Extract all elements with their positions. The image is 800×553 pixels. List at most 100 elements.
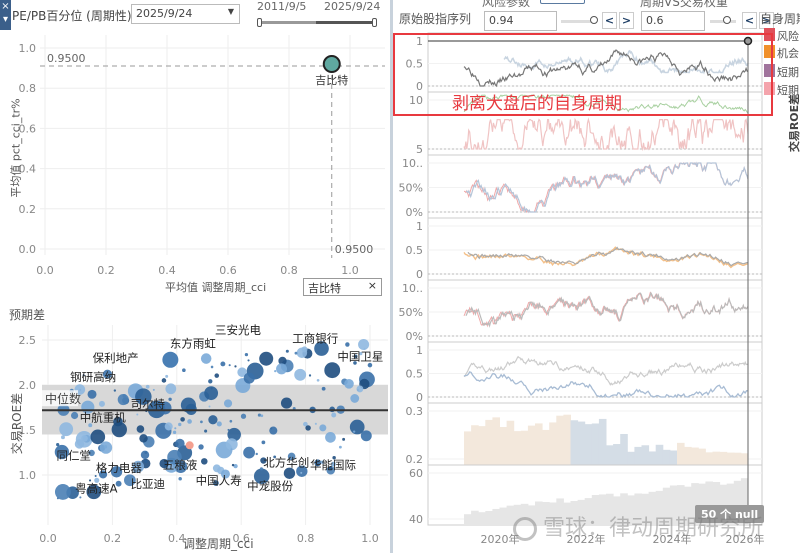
stock-bubble (276, 363, 287, 375)
watermark-text: 雪球：律动周期研究所 (543, 516, 764, 541)
x-axis-label: 平均值 调整周期_cci (165, 281, 267, 294)
stock-filter[interactable]: 吉比特 × (303, 278, 382, 296)
stock-bubble (259, 351, 274, 366)
stock-bubble (212, 464, 221, 473)
stock-label: 比亚迪 (131, 477, 166, 491)
left-axis-label: 0% (406, 330, 423, 343)
slider-handle-start[interactable] (257, 18, 262, 27)
histogram-bar (556, 415, 564, 465)
histogram-bar (627, 451, 635, 465)
histogram-bar (726, 452, 735, 465)
x-tick-label: 0.8 (280, 264, 298, 277)
chevron-down-icon[interactable]: ▾ (0, 13, 11, 26)
weight-input[interactable]: 0.6 (641, 11, 705, 31)
stock-label: 同仁堂 (57, 448, 92, 462)
clear-icon[interactable]: × (368, 279, 377, 292)
histogram-bar (527, 425, 536, 465)
stock-label: 粤高速A (75, 482, 117, 496)
stock-bubble (247, 359, 250, 362)
histogram-bar (677, 442, 685, 465)
x-tick-label: 0.0 (36, 264, 54, 277)
stock-bubble (162, 351, 179, 368)
close-icon[interactable]: × (0, 0, 11, 13)
stock-bubble (204, 429, 208, 433)
histogram-bar (648, 451, 657, 465)
stock-bubble (200, 420, 203, 424)
stock-bubble (234, 365, 237, 368)
stock-bubble (161, 378, 167, 383)
ref-x-label: 0.9500 (335, 243, 374, 256)
stock-bubble (344, 378, 354, 389)
sheet-tab-controls[interactable]: × ▾ (0, 0, 11, 30)
stock-bubble (174, 427, 177, 430)
risk-param-label: 风险参数 (482, 0, 531, 9)
histogram-bar (485, 419, 493, 465)
stock-bubble (208, 415, 218, 425)
stock-bubble (180, 417, 185, 422)
x-axis-label: 调整周期_cci (183, 537, 254, 551)
risk-param-input[interactable]: 0.94 (484, 11, 557, 31)
stock-label: 东方雨虹 (170, 337, 216, 351)
histogram-bar (542, 429, 550, 465)
stock-bubble (350, 394, 360, 403)
histogram-bar (719, 451, 728, 465)
x-tick-label: 1.0 (361, 532, 379, 545)
stock-bubble (261, 440, 266, 445)
histogram-bar (662, 449, 671, 465)
histogram-bar (698, 448, 706, 465)
histogram-bar (563, 414, 571, 465)
series-label: 原始股指序列 (399, 12, 472, 26)
left-axis-label: 1 (416, 344, 423, 357)
stock-bubble (79, 496, 82, 499)
stock-bubble (136, 413, 139, 416)
risk-next-button[interactable]: > (619, 12, 634, 29)
stock-bubble (294, 351, 298, 355)
histogram-bar (464, 514, 472, 525)
weight-label: 周期VS交易权重 (640, 0, 728, 9)
date-range-slider[interactable] (257, 18, 377, 27)
slider-handle-end[interactable] (372, 18, 377, 27)
ref-y-label: 0.9500 (47, 52, 86, 65)
histogram-bar (471, 510, 479, 525)
stock-bubble (240, 413, 247, 419)
left-axis-label: 10.. (402, 282, 423, 295)
stock-bubble (98, 400, 105, 407)
date-select[interactable]: 2025/9/24 ▼ (131, 4, 240, 24)
risk-prev-button[interactable]: < (602, 12, 617, 29)
percentile-scatter-chart: 0.00.20.40.60.81.00.0 0.2 0.4 0.6 0.8 1.00.95… (19, 35, 385, 277)
stock-bubble (178, 422, 182, 427)
histogram-bar (471, 425, 479, 465)
stock-label: 华能国际 (310, 458, 356, 472)
stock-bubble (367, 362, 373, 368)
stock-label: 五粮液 (163, 458, 198, 472)
histogram-bar (499, 507, 508, 525)
stock-bubble (178, 476, 182, 481)
stock-label: 北方华创 (263, 456, 309, 470)
risk-param-value: 0.94 (489, 14, 514, 27)
histogram-bar (691, 447, 699, 465)
series-line-pink (463, 117, 749, 152)
stock-point (322, 55, 341, 74)
left-axis-label: 10.. (402, 157, 423, 170)
range-start-label: 2011/9/5 (257, 0, 307, 13)
histogram-bar (577, 421, 586, 465)
y-axis-label: 交易ROE差 (10, 392, 25, 455)
y-tick-label: 1.0 (19, 42, 37, 55)
histogram-bar (513, 431, 522, 465)
stock-bubble (223, 399, 233, 408)
stock-bubble (255, 452, 258, 456)
risk-param-knob[interactable] (590, 16, 598, 24)
stock-bubble (244, 353, 249, 357)
stock-bubble (220, 361, 226, 367)
histogram-bar (492, 417, 500, 465)
weight-knob[interactable] (723, 16, 731, 24)
legend-label-short1: 短期 (777, 66, 799, 79)
x-tick-label: 0.2 (104, 532, 122, 545)
weight-prev-button[interactable]: < (742, 12, 757, 29)
stock-label: 格力电器 (96, 461, 142, 475)
scroll-thumb[interactable] (540, 0, 585, 4)
stock-bubble (61, 435, 65, 440)
median-label: 中位数 (45, 391, 81, 406)
stock-bubble (305, 425, 311, 431)
y-tick-label: 0.0 (19, 243, 37, 256)
